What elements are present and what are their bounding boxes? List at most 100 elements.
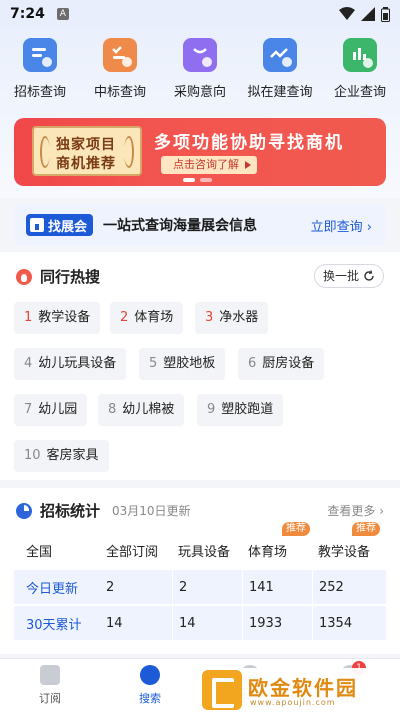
signal-icon bbox=[361, 7, 375, 21]
category-label: 拟在建查询 bbox=[247, 85, 313, 100]
column-header: 全部订阅 bbox=[106, 544, 159, 560]
chip-rank: 3 bbox=[205, 310, 214, 325]
category-award-search[interactable]: 中标查询 bbox=[80, 38, 160, 100]
refresh-label: 换一批 bbox=[322, 269, 359, 283]
pie-chart-icon bbox=[16, 502, 32, 519]
expo-icon bbox=[30, 218, 44, 232]
expo-description: 一站式查询海量展会信息 bbox=[103, 218, 258, 234]
chip-label: 塑胶地板 bbox=[163, 356, 216, 371]
expo-query-link[interactable]: 立即查询 › bbox=[311, 216, 372, 235]
award-search-icon bbox=[103, 38, 137, 72]
chip-rank: 8 bbox=[108, 402, 117, 417]
stats-title: 招标统计 bbox=[40, 502, 101, 520]
project-search-icon bbox=[263, 38, 297, 72]
hot-chip[interactable]: 10 客房家具 bbox=[14, 440, 109, 472]
category-label: 中标查询 bbox=[93, 85, 146, 100]
expo-tag: 找展会 bbox=[26, 214, 94, 236]
chip-rank: 1 bbox=[24, 310, 33, 325]
pager-dot-active[interactable] bbox=[183, 178, 195, 182]
flame-icon bbox=[16, 268, 32, 285]
category-label: 采购意向 bbox=[173, 85, 226, 100]
pager-dot[interactable] bbox=[200, 178, 212, 182]
expo-strip[interactable]: 找展会 一站式查询海量展会信息 立即查询 › bbox=[14, 204, 386, 246]
refresh-icon bbox=[364, 270, 374, 281]
battery-icon bbox=[381, 6, 390, 22]
hot-chip[interactable]: 5 塑胶地板 bbox=[139, 348, 226, 380]
chip-label: 体育场 bbox=[134, 310, 174, 325]
stamp-line1: 独家项目 bbox=[56, 137, 116, 153]
tender-stats-section: 招标统计 03月10日更新 查看更多 › 全国 全部订阅 玩具设备 体育场 推荐… bbox=[0, 488, 400, 654]
hot-chip[interactable]: 9 塑胶跑道 bbox=[197, 394, 284, 426]
laurel-right-icon bbox=[124, 136, 134, 168]
banner-headline: 多项功能协助寻找商机 bbox=[154, 133, 344, 153]
hot-search-header: 同行热搜 bbox=[16, 266, 100, 287]
chip-label: 客房家具 bbox=[46, 448, 99, 463]
column-header: 教学设备 bbox=[318, 544, 371, 560]
recommend-badge: 推荐 bbox=[282, 522, 310, 536]
table-cell: 14 bbox=[172, 606, 196, 640]
chip-rank: 7 bbox=[24, 402, 33, 417]
table-cell: 141 bbox=[242, 570, 274, 604]
chip-rank: 2 bbox=[120, 310, 129, 325]
table-cell: 2 bbox=[172, 570, 187, 604]
chip-label: 厨房设备 bbox=[262, 356, 315, 371]
table-header-row: 全国 全部订阅 玩具设备 体育场 推荐 教学设备 推荐 bbox=[14, 522, 386, 568]
chip-rank: 5 bbox=[149, 356, 158, 371]
hot-search-title: 同行热搜 bbox=[40, 268, 101, 286]
hot-chip[interactable]: 8 幼儿棉被 bbox=[98, 394, 185, 426]
row-label: 今日更新 bbox=[26, 581, 79, 597]
hot-chip[interactable]: 4 幼儿玩具设备 bbox=[14, 348, 127, 380]
category-purchase-intent[interactable]: 采购意向 bbox=[160, 38, 240, 100]
table-cell: 1933 bbox=[242, 606, 282, 640]
column-header: 全国 bbox=[26, 544, 53, 560]
hot-search-section: 同行热搜 换一批 1 教学设备 2 体育场 3 净水器 4 幼儿玩具设备 5 塑胶地板 6… bbox=[0, 252, 400, 480]
status-time: 7:24 bbox=[10, 6, 45, 22]
hot-chip[interactable]: 2 体育场 bbox=[110, 302, 184, 334]
chip-rank: 10 bbox=[24, 448, 41, 463]
table-cell: 252 bbox=[312, 570, 344, 604]
hot-chip[interactable]: 6 厨房设备 bbox=[238, 348, 325, 380]
site-watermark: 欧金软件园 www.apoujin.com bbox=[198, 668, 394, 712]
row-label: 30天累计 bbox=[26, 617, 82, 633]
chip-rank: 9 bbox=[207, 402, 216, 417]
status-bar: 7:24 A bbox=[0, 0, 400, 28]
exclusive-stamp: 独家项目 商机推荐 bbox=[32, 126, 142, 176]
chip-label: 净水器 bbox=[219, 310, 259, 325]
laurel-left-icon bbox=[40, 136, 50, 168]
category-company-search[interactable]: 企业查询 bbox=[320, 38, 400, 100]
company-search-icon bbox=[343, 38, 377, 72]
table-cell: 1354 bbox=[312, 606, 352, 640]
watermark-text: 欧金软件园 bbox=[248, 676, 358, 700]
column-header: 玩具设备 bbox=[178, 544, 231, 560]
banner-cta-button[interactable]: 点击咨询了解 bbox=[161, 156, 257, 174]
watermark-url: www.apoujin.com bbox=[250, 698, 336, 707]
recommend-badge: 推荐 bbox=[352, 522, 380, 536]
expo-tag-label: 找展会 bbox=[48, 219, 88, 235]
purchase-intent-icon bbox=[183, 38, 217, 72]
chip-label: 教学设备 bbox=[38, 310, 91, 325]
category-grid: 招标查询 中标查询 采购意向 拟在建查询 企业查询 bbox=[0, 38, 400, 100]
chip-label: 塑胶跑道 bbox=[221, 402, 274, 417]
table-cell: 2 bbox=[106, 579, 115, 595]
hot-chip[interactable]: 3 净水器 bbox=[195, 302, 269, 334]
promo-banner[interactable]: 独家项目 商机推荐 多项功能协助寻找商机 点击咨询了解 bbox=[14, 118, 386, 186]
watermark-logo-icon bbox=[202, 670, 242, 710]
hot-chip[interactable]: 7 幼儿园 bbox=[14, 394, 88, 426]
stats-more-link[interactable]: 查看更多 › bbox=[327, 502, 384, 519]
hot-chip[interactable]: 1 教学设备 bbox=[14, 302, 101, 334]
category-label: 招标查询 bbox=[13, 85, 66, 100]
search-icon bbox=[140, 665, 160, 685]
table-row[interactable]: 30天累计 14 14 1933 1354 bbox=[14, 606, 386, 640]
chip-rank: 4 bbox=[24, 356, 33, 371]
category-tender-search[interactable]: 招标查询 bbox=[0, 38, 80, 100]
chip-label: 幼儿玩具设备 bbox=[38, 356, 117, 371]
chip-label: 幼儿棉被 bbox=[122, 402, 175, 417]
table-row[interactable]: 今日更新 2 2 141 252 bbox=[14, 570, 386, 604]
status-icons bbox=[339, 6, 390, 22]
category-project-search[interactable]: 拟在建查询 bbox=[240, 38, 320, 100]
refresh-batch-button[interactable]: 换一批 bbox=[313, 264, 384, 288]
nav-search[interactable]: 搜索 bbox=[120, 665, 180, 706]
nav-subscribe[interactable]: 订阅 bbox=[20, 665, 80, 706]
stamp-line2: 商机推荐 bbox=[56, 156, 116, 172]
chip-label: 幼儿园 bbox=[38, 402, 78, 417]
